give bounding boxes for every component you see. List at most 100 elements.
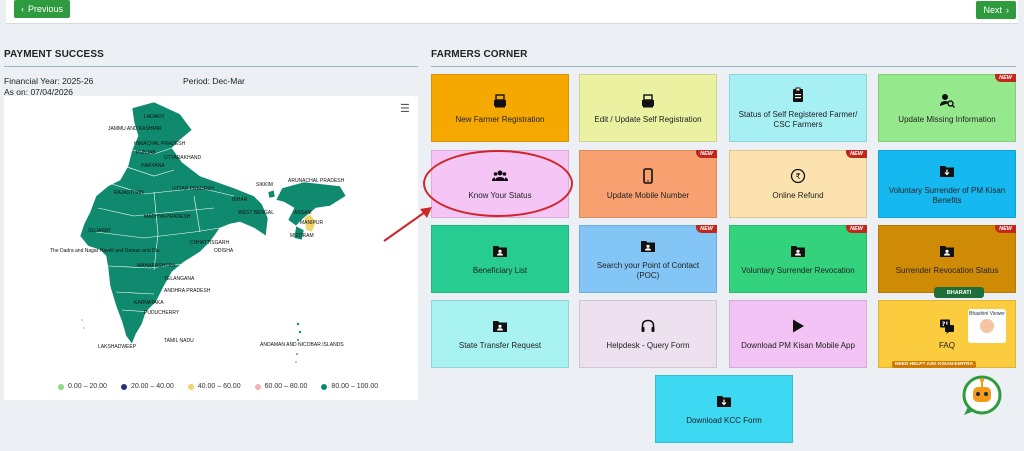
payment-success-title: PAYMENT SUCCESS [4,49,104,60]
map-state-label: CHHATTISGARH [190,240,229,246]
tile-online-refund[interactable]: ₹ Online Refund NEW [729,150,867,218]
tile-update-mobile-number[interactable]: Update Mobile Number NEW [579,150,717,218]
legend-label: 0.00 – 20.00 [68,383,107,390]
folder-download-icon [715,392,733,410]
map-state-label: LAKSHADWEEP [98,344,137,350]
tile-label: Search your Point of Contact (POC) [596,261,700,280]
lakshadweep-island[interactable] [80,318,84,322]
map-state-label: The Dadra and Nagar Haveli and Daman and… [50,248,160,254]
tile-label: Surrender Revocation Status [895,266,999,275]
financial-year: Financial Year: 2025-26 [4,76,94,86]
map-state-label: ODISHA [214,248,234,254]
india-mainland[interactable] [79,101,269,345]
folder-user-icon [491,317,509,335]
tile-label: Beneficiary List [472,266,528,275]
map-menu-icon[interactable]: ☰ [400,102,410,115]
andaman-island[interactable] [296,338,300,342]
map-state-label: RAJASTHAN [114,190,144,196]
map-state-label: JAMMU AND KASHMIR [108,126,162,132]
map-state-label: SIKKIM [256,182,273,188]
nicobar-island[interactable] [294,360,298,364]
lakshadweep-island[interactable] [82,326,86,330]
previous-button[interactable]: ‹ Previous [14,0,71,18]
map-state-label: BIHAR [232,197,248,203]
new-badge: NEW [846,150,867,158]
legend-item[interactable]: 40.00 – 60.00 [187,383,241,390]
map-state-label: WEST BENGAL [238,210,274,216]
need-help-label: NEED HELP? ASK KISAN-EMITRA [892,361,976,368]
legend-label: 40.00 – 60.00 [197,383,241,390]
tile-label: New Farmer Registration [455,115,545,124]
map-state-label: ANDHRA PRADESH [164,288,211,294]
map-state-label: TELANGANA [164,276,195,282]
tile-state-transfer-request[interactable]: State Transfer Request [431,300,569,368]
tile-search-your-point-of-contact-poc[interactable]: Search your Point of Contact (POC) NEW [579,225,717,293]
new-badge: NEW [995,74,1016,82]
tile-download-kcc-form[interactable]: Download KCC Form [655,375,793,443]
tile-download-pm-kisan-mobile-app[interactable]: Download PM Kisan Mobile App [729,300,867,368]
play-store-icon [789,317,807,335]
kisan-emitra-chatbot-icon[interactable] [960,373,1004,417]
map-state-label: ANDAMAN AND NICOBAR ISLANDS [260,342,344,348]
new-badge: NEW [995,225,1016,233]
legend-dot [254,383,261,390]
andaman-island[interactable] [296,322,300,326]
map-state-label: PUDUCHERRY [144,310,180,316]
farmers-corner-title: FARMERS CORNER [431,49,528,60]
sikkim-region[interactable] [267,189,276,199]
map-state-label: GUJARAT [88,228,111,234]
map-state-label: UTTARAKHAND [164,155,202,161]
tile-voluntary-surrender-of-pm-kisan-benefits[interactable]: Voluntary Surrender of PM Kisan Benefits [878,150,1016,218]
user-search-icon [938,91,956,109]
tile-surrender-revocation-status[interactable]: Surrender Revocation Status NEW [878,225,1016,293]
nicobar-island[interactable] [295,352,299,356]
tile-voluntary-surrender-revocation[interactable]: Voluntary Surrender Revocation NEW [729,225,867,293]
map-state-label: UTTAR PRADESH [172,186,214,192]
headphones-icon [639,317,657,335]
india-map[interactable]: LADAKH JAMMU AND KASHMIR HIMACHAL PRADESH P… [4,96,418,400]
rupee-refund-icon: ₹ [789,167,807,185]
new-badge: NEW [846,225,867,233]
map-state-label: MIZORAM [290,233,314,239]
payment-success-divider [4,66,418,67]
chatbot-antenna-tip [980,378,984,382]
faq-icon: ?! [938,317,956,335]
legend-item[interactable]: 20.00 – 40.00 [120,383,174,390]
folder-user-icon [639,237,657,255]
chatbot-robot-eye [984,392,988,396]
map-legend: 0.00 – 20.00 20.00 – 40.00 40.00 – 60.00… [58,383,378,390]
legend-item[interactable]: 60.00 – 80.00 [254,383,307,390]
tile-new-farmer-registration[interactable]: New Farmer Registration [431,74,569,142]
top-navigation: ‹ Previous Next › [0,0,1024,24]
tile-beneficiary-list[interactable]: Beneficiary List [431,225,569,293]
tile-helpdesk-query-form[interactable]: Helpdesk - Query Form [579,300,717,368]
map-state-label: LADAKH [144,114,164,120]
next-button-label: Next [983,5,1002,15]
tile-status-of-self-registered-farmer-csc-farmers[interactable]: Status of Self Registered Farmer/ CSC Fa… [729,74,867,142]
legend-item[interactable]: 0.00 – 20.00 [58,383,107,390]
tile-label: Status of Self Registered Farmer/ CSC Fa… [738,110,858,129]
andaman-island[interactable] [298,330,302,334]
tile-label: Voluntary Surrender of PM Kisan Benefits [888,186,1006,205]
legend-item[interactable]: 80.00 – 100.00 [321,383,378,390]
map-state-label: ARUNACHAL PRADESH [288,178,345,184]
tile-update-missing-information[interactable]: Update Missing Information NEW [878,74,1016,142]
previous-button-label: Previous [28,4,64,14]
next-button[interactable]: Next › [976,1,1016,19]
chatbot-robot-head [973,387,991,402]
map-state-label: MANIPUR [300,220,323,226]
bharati-badge: BHARATI [934,287,984,298]
map-state-label: PUNJAB [136,150,156,156]
legend-dot [321,383,328,390]
chevron-left-icon: ‹ [21,4,24,14]
map-state-label: HIMACHAL PRADESH [134,141,186,147]
register-icon [639,91,657,109]
map-state-label: MAHARASHTRA [137,263,176,269]
bhashini-avatar [980,319,994,333]
clipboard-icon [789,86,807,104]
legend-label: 80.00 – 100.00 [331,383,379,390]
tile-edit-update-self-registration[interactable]: Edit / Update Self Registration [579,74,717,142]
payment-map-panel: LADAKH JAMMU AND KASHMIR HIMACHAL PRADESH P… [4,96,418,400]
bhashini-widget[interactable]: Bhashini Viewer [968,309,1006,343]
tile-label: Update Mobile Number [606,191,690,200]
